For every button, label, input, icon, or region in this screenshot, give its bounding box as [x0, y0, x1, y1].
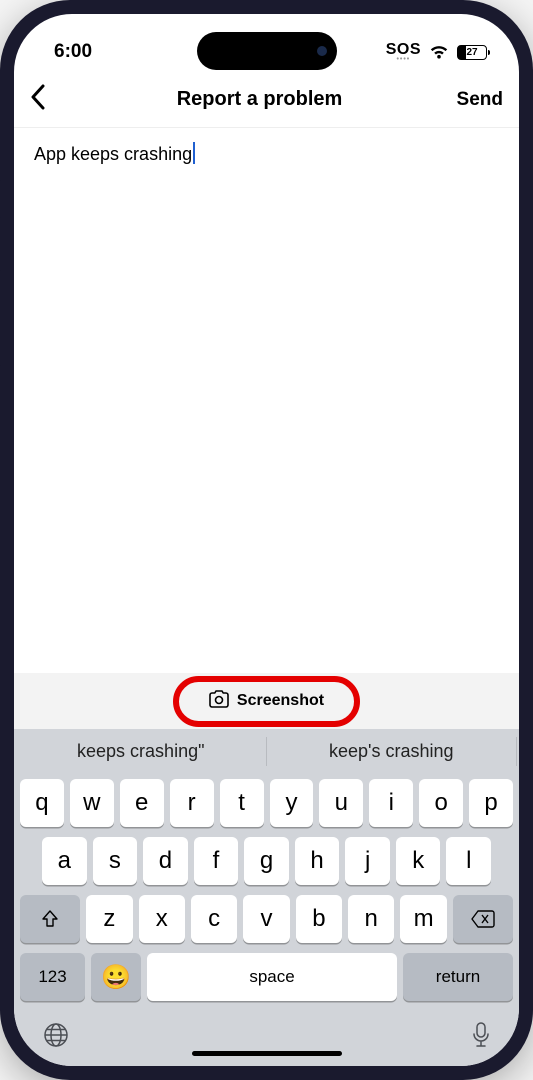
screen: 6:00 SOS •••• 27 Report a problem	[14, 14, 519, 1066]
key-c[interactable]: c	[191, 895, 237, 943]
key-m[interactable]: m	[400, 895, 446, 943]
side-button	[0, 180, 2, 218]
key-row-1: q w e r t y u i o p	[20, 779, 513, 827]
volume-down	[0, 365, 2, 440]
wifi-icon	[429, 45, 449, 60]
key-a[interactable]: a	[42, 837, 87, 885]
key-u[interactable]: u	[319, 779, 363, 827]
key-o[interactable]: o	[419, 779, 463, 827]
key-i[interactable]: i	[369, 779, 413, 827]
key-d[interactable]: d	[143, 837, 188, 885]
key-t[interactable]: t	[220, 779, 264, 827]
status-right: SOS •••• 27	[386, 42, 487, 63]
phone-frame: 6:00 SOS •••• 27 Report a problem	[0, 0, 533, 1080]
clock: 6:00	[54, 41, 92, 63]
key-f[interactable]: f	[194, 837, 239, 885]
nav-bar: Report a problem Send	[14, 72, 519, 128]
key-row-3: z x c v b n m	[20, 895, 513, 943]
screenshot-button[interactable]: Screenshot	[187, 682, 346, 721]
problem-textarea[interactable]: App keeps crashing	[14, 128, 519, 673]
key-row-4: 123 😀 space return	[20, 953, 513, 1001]
input-text: App keeps crashing	[34, 144, 192, 164]
key-v[interactable]: v	[243, 895, 289, 943]
key-j[interactable]: j	[345, 837, 390, 885]
key-e[interactable]: e	[120, 779, 164, 827]
attachment-bar: Screenshot	[14, 673, 519, 729]
keyboard-footer	[20, 1011, 513, 1056]
key-n[interactable]: n	[348, 895, 394, 943]
keyboard: keeps crashing" keep's crashing q w e r …	[14, 729, 519, 1066]
dynamic-island	[197, 32, 337, 70]
key-r[interactable]: r	[170, 779, 214, 827]
key-z[interactable]: z	[86, 895, 132, 943]
suggestion-1[interactable]: keeps crashing"	[16, 737, 267, 766]
key-w[interactable]: w	[70, 779, 114, 827]
volume-up	[0, 270, 2, 345]
page-title: Report a problem	[177, 88, 343, 111]
key-q[interactable]: q	[20, 779, 64, 827]
key-b[interactable]: b	[296, 895, 342, 943]
suggestion-bar: keeps crashing" keep's crashing	[14, 729, 519, 773]
key-s[interactable]: s	[93, 837, 138, 885]
key-row-2: a s d f g h j k l	[20, 837, 513, 885]
key-l[interactable]: l	[446, 837, 491, 885]
key-p[interactable]: p	[469, 779, 513, 827]
sos-indicator: SOS ••••	[386, 42, 421, 63]
text-cursor	[193, 142, 195, 164]
space-key[interactable]: space	[147, 953, 397, 1001]
globe-icon[interactable]	[42, 1021, 70, 1056]
camera-icon	[209, 690, 229, 713]
key-g[interactable]: g	[244, 837, 289, 885]
key-y[interactable]: y	[270, 779, 314, 827]
screenshot-label: Screenshot	[237, 692, 324, 710]
key-h[interactable]: h	[295, 837, 340, 885]
return-key[interactable]: return	[403, 953, 513, 1001]
numbers-key[interactable]: 123	[20, 953, 85, 1001]
suggestion-2[interactable]: keep's crashing	[267, 737, 518, 766]
emoji-key[interactable]: 😀	[91, 953, 141, 1001]
key-k[interactable]: k	[396, 837, 441, 885]
key-x[interactable]: x	[139, 895, 185, 943]
camera-dot	[317, 46, 327, 56]
home-indicator[interactable]	[192, 1051, 342, 1056]
shift-key[interactable]	[20, 895, 80, 943]
battery-icon: 27	[457, 45, 487, 60]
delete-key[interactable]	[453, 895, 513, 943]
back-button[interactable]	[30, 84, 72, 116]
send-button[interactable]: Send	[447, 89, 503, 111]
mic-icon[interactable]	[471, 1021, 491, 1056]
